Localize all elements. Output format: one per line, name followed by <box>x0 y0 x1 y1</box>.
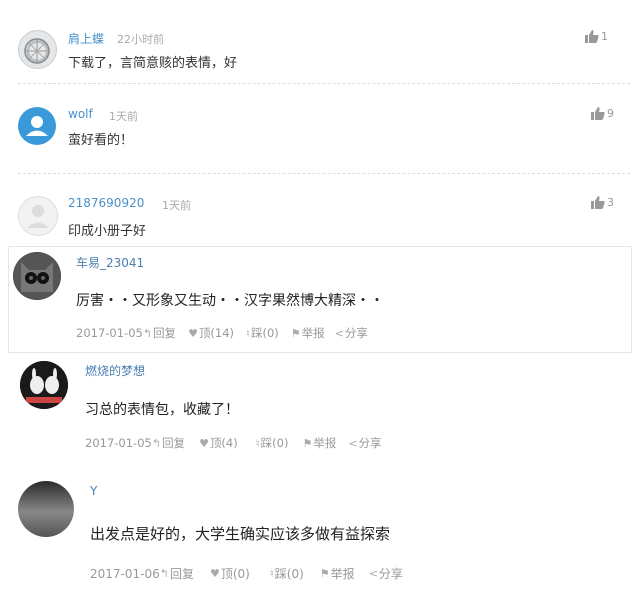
date: 2017-01-06 <box>90 566 160 581</box>
thumbs-down-icon: ♮ <box>246 326 250 340</box>
comment-text: 习总的表情包，收藏了！ <box>85 402 239 418</box>
comment-text: 蛮好看的！ <box>68 133 134 148</box>
reply-button[interactable]: ↰ 回复 <box>152 435 185 451</box>
downvote-button[interactable]: ♮ 踩(0) <box>270 565 304 582</box>
avatar[interactable] <box>13 252 61 300</box>
thumbs-up-icon <box>591 196 605 209</box>
timestamp: 1天前 <box>109 110 138 123</box>
avatar[interactable] <box>18 481 74 537</box>
like-button[interactable]: 9 <box>591 107 614 120</box>
action-bar: 2017-01-05 ↰ 回复 ♥ 顶(4) ♮ 踩(0) ⚑ 举报 < 分享 <box>85 435 382 451</box>
thumbs-down-icon: ♮ <box>255 436 260 450</box>
divider <box>18 83 630 84</box>
reply-button[interactable]: ↰ 回复 <box>143 325 176 341</box>
avatar[interactable] <box>20 361 68 409</box>
upvote-button[interactable]: ♥ 顶(14) <box>188 325 234 341</box>
reply-icon: ↰ <box>151 436 162 450</box>
like-count: 9 <box>607 107 614 120</box>
thumbs-up-icon <box>591 107 605 120</box>
timestamp: 22小时前 <box>117 33 164 46</box>
comment-text: 印成小册子好 <box>68 224 147 239</box>
upvote-button[interactable]: ♥ 顶(4) <box>199 435 238 451</box>
share-button[interactable]: < 分享 <box>348 435 381 451</box>
report-button[interactable]: ⚑ 举报 <box>302 435 336 451</box>
heart-icon: ♥ <box>188 326 198 340</box>
thumbs-down-icon: ♮ <box>269 567 274 580</box>
username[interactable]: 车易_23041 <box>76 254 144 271</box>
username[interactable]: 2187690920 <box>68 196 144 210</box>
like-button[interactable]: 3 <box>591 196 614 209</box>
reply-button[interactable]: ↰ 回复 <box>160 565 194 582</box>
report-button[interactable]: ⚑ 举报 <box>320 565 355 582</box>
date: 2017-01-05 <box>85 436 152 450</box>
share-icon: < <box>368 567 378 580</box>
downvote-button[interactable]: ♮ 踩(0) <box>246 325 279 341</box>
username[interactable]: 燃烧的梦想 <box>85 362 145 379</box>
downvote-button[interactable]: ♮ 踩(0) <box>256 435 289 451</box>
comment-text: 厉害・・又形象又生动・・汉字果然博大精深・・ <box>76 293 384 309</box>
action-bar: 2017-01-05 ↰ 回复 ♥ 顶(14) ♮ 踩(0) ⚑ 举报 < 分享 <box>76 325 368 341</box>
like-count: 1 <box>601 30 608 43</box>
comment-text: 出发点是好的，大学生确实应该多做有益探索 <box>90 525 391 543</box>
share-button[interactable]: < 分享 <box>335 325 368 341</box>
avatar[interactable] <box>18 107 56 145</box>
username[interactable]: 肩上蝶 <box>68 30 104 47</box>
flag-icon: ⚑ <box>302 436 313 450</box>
avatar[interactable] <box>18 30 57 69</box>
report-button[interactable]: ⚑ 举报 <box>291 325 325 341</box>
comment-text: 下载了，言简意赅的表情，好 <box>68 56 238 71</box>
action-bar: 2017-01-06 ↰ 回复 ♥ 顶(0) ♮ 踩(0) ⚑ 举报 < 分享 <box>90 565 403 582</box>
divider <box>18 173 630 174</box>
upvote-button[interactable]: ♥ 顶(0) <box>210 565 250 582</box>
heart-icon: ♥ <box>209 567 220 580</box>
flag-icon: ⚑ <box>319 567 330 580</box>
reply-icon: ↰ <box>142 326 153 340</box>
share-icon: < <box>334 326 344 340</box>
username[interactable]: Y <box>90 484 97 498</box>
share-icon: < <box>348 436 358 450</box>
heart-icon: ♥ <box>199 436 209 450</box>
timestamp: 1天前 <box>162 199 191 212</box>
thumbs-up-icon <box>585 30 599 43</box>
like-count: 3 <box>607 196 614 209</box>
date: 2017-01-05 <box>76 326 143 340</box>
reply-icon: ↰ <box>159 567 169 580</box>
flag-icon: ⚑ <box>290 326 301 340</box>
like-button[interactable]: 1 <box>585 30 608 43</box>
avatar[interactable] <box>18 196 58 236</box>
share-button[interactable]: < 分享 <box>369 565 403 582</box>
username[interactable]: wolf <box>68 107 93 121</box>
